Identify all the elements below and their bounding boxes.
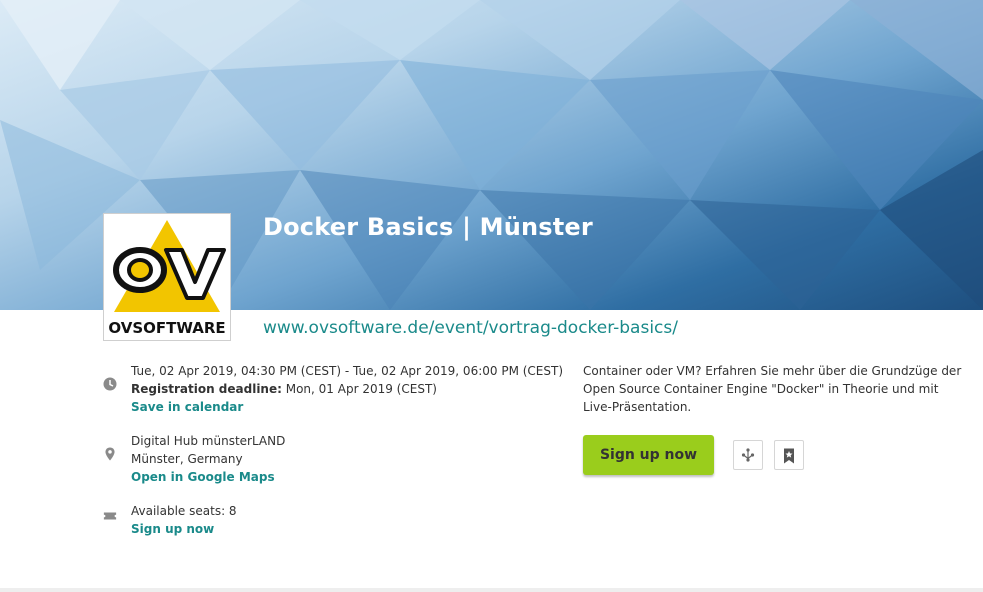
event-url-link[interactable]: www.ovsoftware.de/event/vortrag-docker-b… [263,318,678,338]
bookmark-star-icon [784,448,794,464]
event-title: Docker Basics | Münster [263,213,593,241]
deadline-value: Mon, 01 Apr 2019 (CEST) [281,382,437,396]
sign-up-now-button[interactable]: Sign up now [583,435,714,475]
logo-text: OVSOFTWARE [108,319,225,337]
organizer-logo: OVSOFTWARE [103,213,231,341]
share-icon [741,448,755,462]
venue-name: Digital Hub münsterLAND [131,434,286,448]
share-button[interactable] [733,440,763,470]
save-in-calendar-link[interactable]: Save in calendar [131,398,563,416]
ticket-icon [103,512,117,520]
event-date-range: Tue, 02 Apr 2019, 04:30 PM (CEST) - Tue,… [131,364,564,378]
available-seats: Available seats: 8 [131,504,237,518]
clock-icon [103,377,117,391]
bookmark-button[interactable] [774,440,804,470]
sign-up-now-link[interactable]: Sign up now [131,520,237,538]
open-in-google-maps-link[interactable]: Open in Google Maps [131,468,285,486]
deadline-label: Registration deadline: [131,382,282,396]
map-pin-icon [105,447,115,461]
venue-city: Münster, Germany [131,452,243,466]
registration-deadline: Registration deadline: Mon, 01 Apr 2019 … [131,380,563,398]
event-description: Container oder VM? Erfahren Sie mehr übe… [583,364,962,414]
ov-logo-graphic: OVSOFTWARE [108,220,226,337]
page-divider [0,588,983,592]
